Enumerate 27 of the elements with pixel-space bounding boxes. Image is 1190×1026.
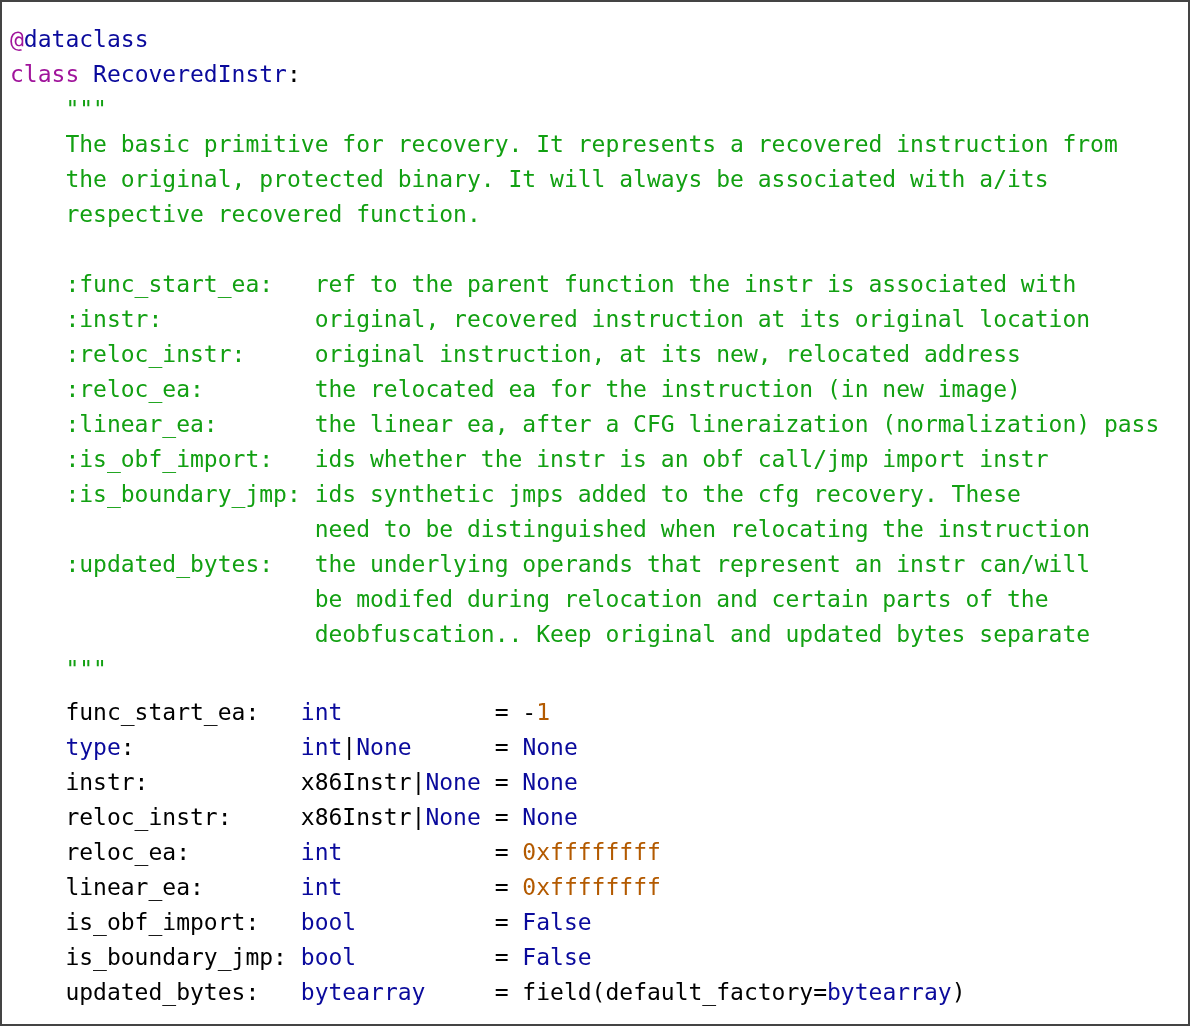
code-line: :updated_bytes: the underlying operands that represent an instr can/will <box>64 550 1091 580</box>
code-line: :linear_ea: the linear ea, after a CFG lineraization (normalization) pass <box>64 410 1160 440</box>
code-line: :func_start_ea: ref to the parent function the instr is associated with <box>64 270 1077 300</box>
code-line: The basic primitive for recovery. It represents a recovered instruction from <box>64 130 1118 159</box>
code-line: the original, protected binary. It will always be associated with a/its <box>64 165 1049 194</box>
code-line: :is_obf_import: ids whether the instr is an obf call/jmp import instr <box>64 445 1049 475</box>
code-line: deobfuscation.. Keep original and updated bytes separate <box>313 620 1091 649</box>
code-line: is_obf_import: bool = False <box>64 908 592 938</box>
code-line: respective recovered function. <box>64 200 481 229</box>
code-line: :instr: original, recovered instruction at its original location <box>64 305 1091 334</box>
code-line: instr: x86Instr|None = None <box>64 768 578 797</box>
code-line: func_start_ea: int = -1 <box>64 698 551 728</box>
code-line: linear_ea: int = 0xffffffff <box>64 873 661 903</box>
code-line: :reloc_ea: the relocated ea for the instruction (in new image) <box>64 375 1021 405</box>
code-line: updated_bytes: bytearray = field(default_factory=bytearray) <box>64 978 966 1008</box>
code-line: """ <box>64 655 107 684</box>
code-line: """ <box>64 95 107 124</box>
code-line: :reloc_instr: original instruction, at its new, relocated address <box>64 340 1021 370</box>
code-line: type: int|None = None <box>64 733 578 762</box>
code-line: :is_boundary_jmp: ids synthetic jmps added to the cfg recovery. These <box>64 480 1021 510</box>
code-line: @dataclass <box>10 25 149 54</box>
code-line: class RecoveredInstr: <box>10 60 301 89</box>
code-line: reloc_instr: x86Instr|None = None <box>64 803 578 833</box>
code-line: be modifed during relocation and certain parts of the <box>313 585 1049 614</box>
code-line: reloc_ea: int = 0xffffffff <box>64 838 661 868</box>
code-line: is_boundary_jmp: bool = False <box>64 943 592 973</box>
code-line: need to be distinguished when relocating the instruction <box>313 515 1091 544</box>
